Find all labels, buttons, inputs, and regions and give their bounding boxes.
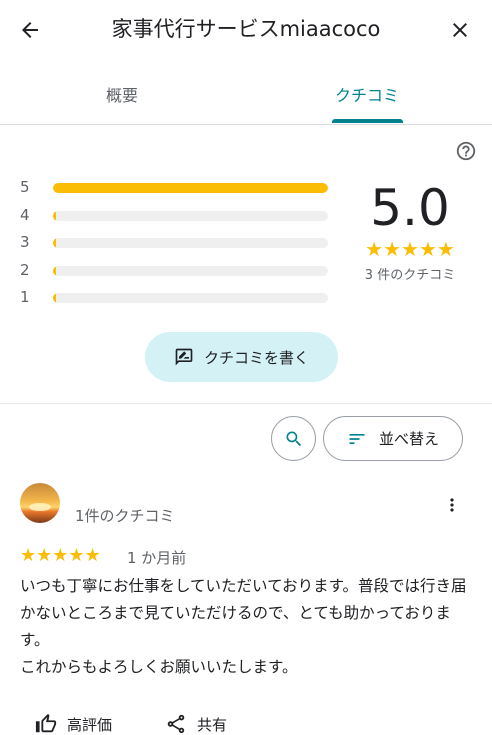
share-icon xyxy=(167,714,185,734)
average-rating: 5.0 xyxy=(370,179,450,237)
review-text: いつも丁寧にお仕事をしていただいております。普段では行き届かないところまで見てい… xyxy=(20,577,467,676)
help-button[interactable] xyxy=(455,140,477,162)
tab-bar: 概要 クチコミ xyxy=(0,72,492,125)
rating-row-4: 4 xyxy=(20,205,330,233)
share-button[interactable]: 共有 xyxy=(165,713,227,735)
page-title: 家事代行サービスmiaacoco xyxy=(111,17,381,41)
rating-row-label: 3 xyxy=(20,233,30,251)
rating-row-label: 5 xyxy=(20,178,30,196)
help-icon xyxy=(456,141,476,161)
search-icon xyxy=(286,431,301,446)
rating-row-5: 5 xyxy=(20,177,330,205)
review-date: 1 か月前 xyxy=(127,549,187,567)
average-stars: ★★★★★ xyxy=(365,237,455,261)
back-button[interactable] xyxy=(14,14,46,46)
rating-bar-fill xyxy=(53,265,56,276)
rating-bar-track xyxy=(53,293,328,303)
share-label: 共有 xyxy=(197,715,228,734)
review-more-options-button[interactable] xyxy=(440,493,464,517)
rating-bar-track xyxy=(53,265,328,276)
like-button[interactable]: 高評価 xyxy=(35,713,112,735)
rating-row-1: 1 xyxy=(20,287,330,315)
reviewer-review-count: 1件のクチコミ xyxy=(75,507,175,525)
sunset-avatar-image xyxy=(20,483,60,523)
tab-reviews[interactable]: クチコミ xyxy=(310,72,424,124)
review-count: 3 件のクチコミ xyxy=(364,268,456,283)
rate-review-icon xyxy=(175,348,193,366)
close-icon xyxy=(453,23,467,37)
sort-icon xyxy=(349,433,365,444)
write-review-label: クチコミを書く xyxy=(203,348,309,367)
rating-row-2: 2 xyxy=(20,260,330,288)
close-button[interactable] xyxy=(444,14,476,46)
sort-button[interactable]: 並べ替え xyxy=(323,416,463,461)
search-reviews-button[interactable] xyxy=(271,416,316,461)
write-review-button[interactable]: クチコミを書く xyxy=(145,332,338,382)
rating-distribution: 5 4 3 2 1 xyxy=(20,177,330,315)
reviewer-avatar[interactable] xyxy=(20,483,60,523)
rating-bar-track xyxy=(53,238,328,248)
rating-row-3: 3 xyxy=(20,232,330,260)
review-stars: ★★★★★ xyxy=(20,545,101,566)
like-label: 高評価 xyxy=(67,715,113,734)
more-vert-icon xyxy=(450,498,454,512)
rating-bar-fill xyxy=(53,293,56,303)
section-divider xyxy=(0,403,492,404)
rating-row-label: 2 xyxy=(20,260,30,279)
active-tab-indicator xyxy=(332,119,403,123)
rating-bar-fill xyxy=(53,183,328,193)
rating-bar-track xyxy=(53,210,328,221)
tab-overview[interactable]: 概要 xyxy=(62,72,182,124)
rating-bar-track xyxy=(53,183,328,193)
arrow-back-icon xyxy=(22,22,38,38)
header-bar: 家事代行サービスmiaacoco xyxy=(0,0,492,60)
rating-bar-fill xyxy=(53,238,56,248)
rating-row-label: 4 xyxy=(20,205,30,224)
rating-bar-fill xyxy=(53,210,56,221)
thumb-up-icon xyxy=(35,713,57,733)
rating-row-label: 1 xyxy=(20,288,30,306)
sort-label: 並べ替え xyxy=(378,430,439,448)
